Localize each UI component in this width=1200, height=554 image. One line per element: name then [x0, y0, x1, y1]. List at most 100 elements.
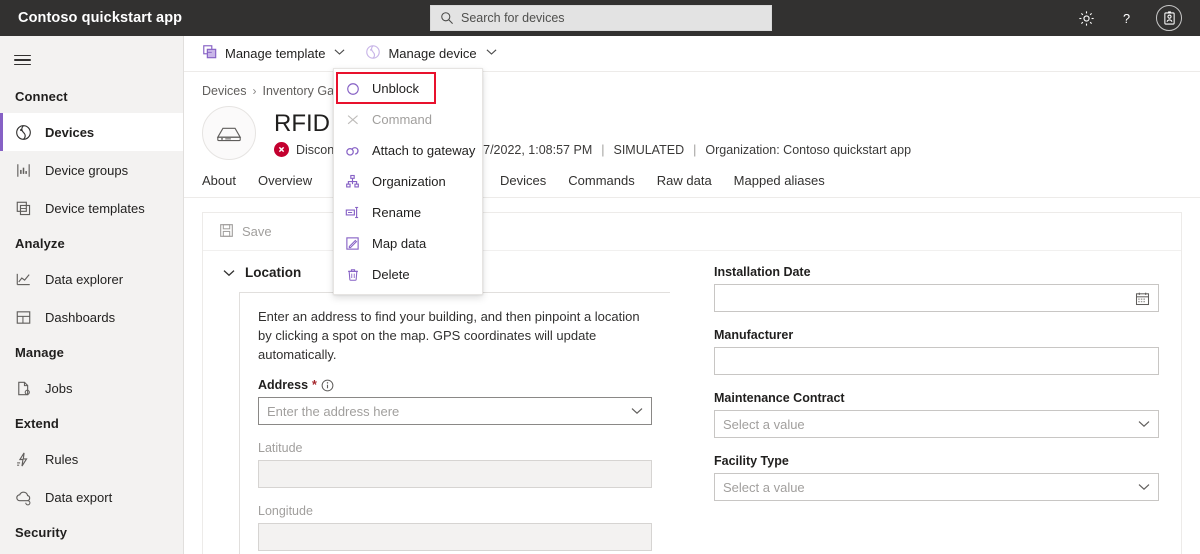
delete-trash-icon	[344, 267, 361, 282]
data-explorer-icon	[15, 271, 36, 288]
menu-item-label: Delete	[372, 267, 410, 282]
sidebar-item-data-export[interactable]: Data export	[0, 478, 183, 516]
manage-device-label: Manage device	[388, 46, 477, 61]
top-bar: Contoso quickstart app ?	[0, 0, 1200, 36]
sidebar-item-label: Jobs	[45, 380, 73, 396]
chevron-down-icon[interactable]	[631, 407, 643, 415]
search-box[interactable]	[430, 5, 772, 31]
command-bar: Manage template Manage device	[184, 36, 1200, 72]
sidebar-item-data-explorer[interactable]: Data explorer	[0, 260, 183, 298]
address-field-label: Address *	[258, 378, 652, 392]
sidebar-item-device-templates[interactable]: Device templates	[0, 189, 183, 227]
manage-device-button[interactable]: Manage device	[357, 39, 504, 69]
tab-commands[interactable]: Commands	[557, 173, 645, 197]
manufacturer-label: Manufacturer	[714, 328, 794, 342]
manufacturer-input[interactable]	[714, 347, 1159, 375]
sidebar-group-analyze: Analyze	[15, 236, 65, 251]
top-bar-actions: ?	[1076, 0, 1190, 36]
account-avatar-icon[interactable]	[1156, 5, 1182, 31]
unblock-circle-icon	[344, 82, 361, 96]
device-gateway-icon	[202, 106, 256, 160]
facility-type-select[interactable]: Select a value	[714, 473, 1159, 501]
menu-item-delete[interactable]: Delete	[334, 259, 482, 290]
menu-item-organization[interactable]: Organization	[334, 166, 482, 197]
calendar-icon[interactable]	[1135, 291, 1150, 306]
chevron-down-icon[interactable]	[223, 269, 235, 277]
manage-device-menu: Unblock Command Attach to gateway Organi…	[333, 68, 483, 295]
sidebar-group-security: Security	[15, 525, 68, 540]
sidebar-item-jobs[interactable]: Jobs	[0, 369, 183, 407]
menu-item-label: Unblock	[372, 81, 419, 96]
info-circle-icon[interactable]	[321, 379, 334, 392]
save-disk-icon	[219, 223, 234, 241]
device-simulated-badge: SIMULATED	[613, 142, 685, 157]
latitude-field-label: Latitude	[258, 441, 303, 455]
sidebar-item-label: Device groups	[45, 162, 129, 178]
maintenance-contract-placeholder: Select a value	[723, 416, 805, 432]
chevron-down-icon[interactable]	[1138, 420, 1150, 428]
device-organization: Organization: Contoso quickstart app	[705, 142, 912, 157]
section-title: Location	[245, 265, 302, 280]
manage-template-icon	[202, 44, 218, 63]
settings-gear-icon[interactable]	[1076, 8, 1096, 28]
location-panel: Enter an address to find your building, …	[239, 292, 670, 554]
app-title: Contoso quickstart app	[18, 10, 183, 26]
menu-item-command: Command	[334, 104, 482, 135]
menu-item-attach-to-gateway[interactable]: Attach to gateway	[334, 135, 482, 166]
tab-mapped-aliases[interactable]: Mapped aliases	[723, 173, 836, 197]
error-x-icon	[274, 142, 289, 157]
tab-raw-data[interactable]: Raw data	[646, 173, 723, 197]
device-groups-icon	[15, 162, 36, 179]
help-question-icon[interactable]: ?	[1116, 8, 1136, 28]
map-data-icon	[344, 236, 361, 251]
command-icon	[344, 113, 361, 127]
address-input[interactable]: Enter the address here	[258, 397, 652, 425]
hamburger-menu-icon[interactable]	[0, 40, 44, 80]
menu-item-label: Map data	[372, 236, 427, 251]
chevron-down-icon[interactable]	[1138, 483, 1150, 491]
longitude-field-label: Longitude	[258, 504, 313, 518]
chevron-down-icon	[486, 48, 497, 59]
save-label: Save	[242, 224, 272, 239]
jobs-icon	[15, 380, 36, 397]
manage-template-label: Manage template	[225, 46, 326, 61]
sidebar-item-dashboards[interactable]: Dashboards	[0, 298, 183, 336]
menu-item-unblock[interactable]: Unblock	[334, 73, 482, 104]
tab-overview[interactable]: Overview	[247, 173, 323, 197]
latitude-input	[258, 460, 652, 488]
sidebar-group-extend: Extend	[15, 416, 59, 431]
sidebar-item-rules[interactable]: Rules	[0, 440, 183, 478]
sidebar-item-label: Rules	[45, 451, 79, 467]
address-placeholder: Enter the address here	[267, 403, 400, 419]
maintenance-contract-select[interactable]: Select a value	[714, 410, 1159, 438]
separator: |	[601, 142, 605, 157]
menu-item-map-data[interactable]: Map data	[334, 228, 482, 259]
manage-template-button[interactable]: Manage template	[194, 39, 353, 69]
tab-about[interactable]: About	[202, 173, 247, 197]
sidebar-item-label: Data export	[45, 489, 113, 505]
menu-item-label: Attach to gateway	[372, 143, 476, 158]
sidebar-item-label: Device templates	[45, 200, 145, 216]
menu-item-label: Organization	[372, 174, 446, 189]
sidebar-item-label: Data explorer	[45, 271, 124, 287]
location-helper-text: Enter an address to find your building, …	[258, 309, 640, 362]
required-asterisk: *	[312, 378, 317, 392]
form-left-column: Location Enter an address to find your b…	[203, 265, 692, 554]
sidebar-item-device-groups[interactable]: Device groups	[0, 151, 183, 189]
chevron-down-icon	[334, 48, 345, 59]
sidebar-item-devices[interactable]: Devices	[0, 113, 183, 151]
installation-date-input[interactable]	[714, 284, 1159, 312]
sidebar: Connect Devices Device groups Device tem…	[0, 36, 184, 554]
search-icon	[440, 11, 454, 25]
search-input[interactable]	[461, 7, 751, 29]
menu-item-rename[interactable]: Rename	[334, 197, 482, 228]
longitude-input	[258, 523, 652, 551]
tab-devices[interactable]: Devices	[489, 173, 557, 197]
maintenance-contract-label: Maintenance Contract	[714, 391, 845, 405]
breadcrumb-separator: ›	[252, 84, 257, 98]
breadcrumb-item-devices[interactable]: Devices	[202, 84, 246, 98]
form-right-column: Installation Date Manufacturer Maintenan…	[692, 265, 1181, 554]
rules-icon	[15, 451, 36, 468]
sidebar-group-connect: Connect	[15, 89, 68, 104]
save-button[interactable]: Save	[219, 223, 272, 241]
